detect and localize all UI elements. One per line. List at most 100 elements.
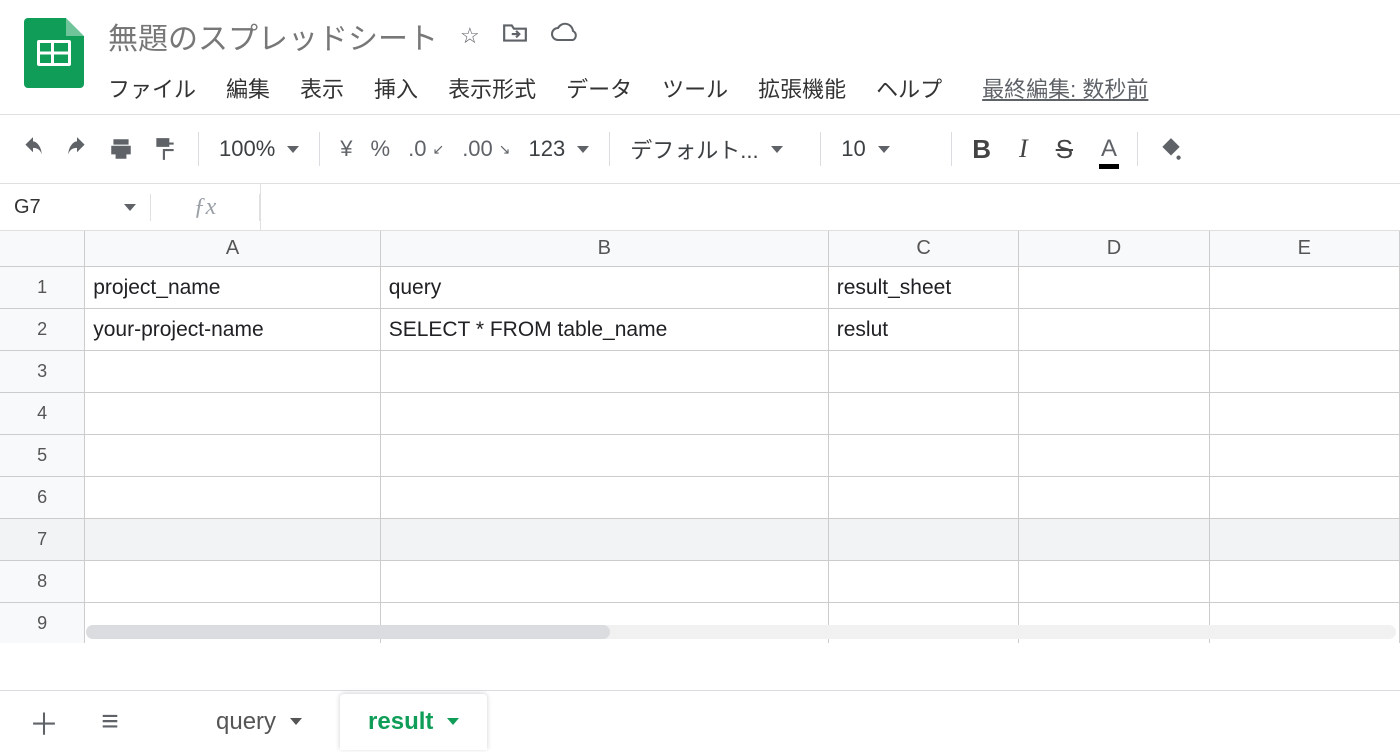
bold-button[interactable]: B <box>972 134 991 165</box>
paint-format-button[interactable] <box>152 136 178 162</box>
row-header[interactable]: 7 <box>0 519 85 561</box>
row-header[interactable]: 2 <box>0 309 85 351</box>
menu-file[interactable]: ファイル <box>108 72 196 104</box>
format-percent-button[interactable]: % <box>371 136 391 162</box>
col-header-C[interactable]: C <box>829 231 1019 266</box>
horizontal-scrollbar[interactable] <box>86 625 1396 639</box>
cell[interactable] <box>381 351 829 393</box>
menu-help[interactable]: ヘルプ <box>876 72 942 104</box>
cell[interactable] <box>829 393 1019 435</box>
menu-tools[interactable]: ツール <box>662 72 728 104</box>
undo-button[interactable] <box>20 136 46 162</box>
cell[interactable]: SELECT * FROM table_name <box>381 309 829 351</box>
cell[interactable] <box>829 351 1019 393</box>
cell[interactable] <box>85 435 380 477</box>
star-icon[interactable]: ☆ <box>460 23 480 49</box>
cell[interactable] <box>1019 267 1209 309</box>
sheet-tab-result[interactable]: result <box>340 694 487 750</box>
menu-insert[interactable]: 挿入 <box>374 72 418 104</box>
last-edit-link[interactable]: 最終編集: 数秒前 <box>982 72 1148 104</box>
cell[interactable] <box>1210 393 1400 435</box>
row-header[interactable]: 6 <box>0 477 85 519</box>
increase-decimal-button[interactable]: .00↘ <box>462 136 510 162</box>
toolbar: 100% ¥ % .0↙ .00↘ 123 デフォルト... 10 B I S … <box>0 115 1400 183</box>
cell[interactable] <box>85 519 380 561</box>
format-currency-button[interactable]: ¥ <box>340 136 352 162</box>
cell[interactable] <box>85 561 380 603</box>
cell[interactable] <box>1019 393 1209 435</box>
move-folder-icon[interactable] <box>502 22 528 50</box>
font-size-dropdown[interactable]: 10 <box>841 136 931 162</box>
sheets-logo[interactable] <box>24 18 84 88</box>
cell[interactable] <box>85 477 380 519</box>
cell[interactable] <box>1210 267 1400 309</box>
cell[interactable] <box>1019 561 1209 603</box>
text-color-button[interactable]: A <box>1101 135 1117 163</box>
col-header-A[interactable]: A <box>85 231 380 266</box>
zoom-dropdown[interactable]: 100% <box>219 136 299 162</box>
cell[interactable] <box>381 393 829 435</box>
dec-dec-label: .0 <box>408 136 426 162</box>
menu-format[interactable]: 表示形式 <box>448 72 536 104</box>
cell[interactable] <box>381 477 829 519</box>
cell[interactable] <box>1210 351 1400 393</box>
cloud-status-icon[interactable] <box>550 22 578 50</box>
name-box-value: G7 <box>14 196 41 219</box>
sheet-tab-label: query <box>216 708 276 736</box>
print-button[interactable] <box>108 136 134 162</box>
row-header[interactable]: 3 <box>0 351 85 393</box>
cell[interactable] <box>829 435 1019 477</box>
all-sheets-button[interactable]: ≡ <box>82 694 138 750</box>
cell[interactable]: your-project-name <box>85 309 380 351</box>
spreadsheet-grid[interactable]: A B C D E 1project_namequeryresult_sheet… <box>0 231 1400 643</box>
add-sheet-button[interactable]: ＋ <box>16 694 72 750</box>
cell[interactable] <box>1019 435 1209 477</box>
cell[interactable] <box>381 519 829 561</box>
menu-edit[interactable]: 編集 <box>226 72 270 104</box>
cell[interactable] <box>1019 477 1209 519</box>
cell[interactable] <box>829 477 1019 519</box>
cell[interactable] <box>1210 309 1400 351</box>
row-header[interactable]: 1 <box>0 267 85 309</box>
cell[interactable] <box>1210 477 1400 519</box>
sheet-tab-query[interactable]: query <box>188 694 330 750</box>
select-all-corner[interactable] <box>0 231 85 266</box>
row-header[interactable]: 8 <box>0 561 85 603</box>
italic-button[interactable]: I <box>1019 134 1028 164</box>
menu-view[interactable]: 表示 <box>300 72 344 104</box>
sheet-tab-label: result <box>368 708 433 736</box>
col-header-D[interactable]: D <box>1019 231 1209 266</box>
cell[interactable] <box>1019 519 1209 561</box>
row-header[interactable]: 4 <box>0 393 85 435</box>
fill-color-button[interactable] <box>1158 136 1184 162</box>
decrease-decimal-button[interactable]: .0↙ <box>408 136 444 162</box>
font-family-dropdown[interactable]: デフォルト... <box>630 133 800 165</box>
redo-button[interactable] <box>64 136 90 162</box>
doc-title[interactable]: 無題のスプレッドシート <box>108 14 438 58</box>
cell[interactable] <box>381 435 829 477</box>
cell[interactable] <box>829 561 1019 603</box>
cell[interactable]: query <box>381 267 829 309</box>
menu-data[interactable]: データ <box>566 72 632 104</box>
number-format-dropdown[interactable]: 123 <box>529 136 590 162</box>
cell[interactable] <box>1019 309 1209 351</box>
name-box[interactable]: G7 <box>0 196 150 219</box>
row-header[interactable]: 9 <box>0 603 85 643</box>
sheet-tab-bar: ＋ ≡ query result <box>0 690 1400 752</box>
cell[interactable] <box>1210 519 1400 561</box>
col-header-E[interactable]: E <box>1210 231 1400 266</box>
cell[interactable] <box>85 393 380 435</box>
menu-extensions[interactable]: 拡張機能 <box>758 72 846 104</box>
cell[interactable] <box>85 351 380 393</box>
cell[interactable] <box>829 519 1019 561</box>
cell[interactable] <box>1210 561 1400 603</box>
cell[interactable]: reslut <box>829 309 1019 351</box>
cell[interactable] <box>1019 351 1209 393</box>
strikethrough-button[interactable]: S <box>1056 134 1073 165</box>
cell[interactable] <box>381 561 829 603</box>
cell[interactable] <box>1210 435 1400 477</box>
row-header[interactable]: 5 <box>0 435 85 477</box>
col-header-B[interactable]: B <box>381 231 829 266</box>
cell[interactable]: project_name <box>85 267 380 309</box>
cell[interactable]: result_sheet <box>829 267 1019 309</box>
